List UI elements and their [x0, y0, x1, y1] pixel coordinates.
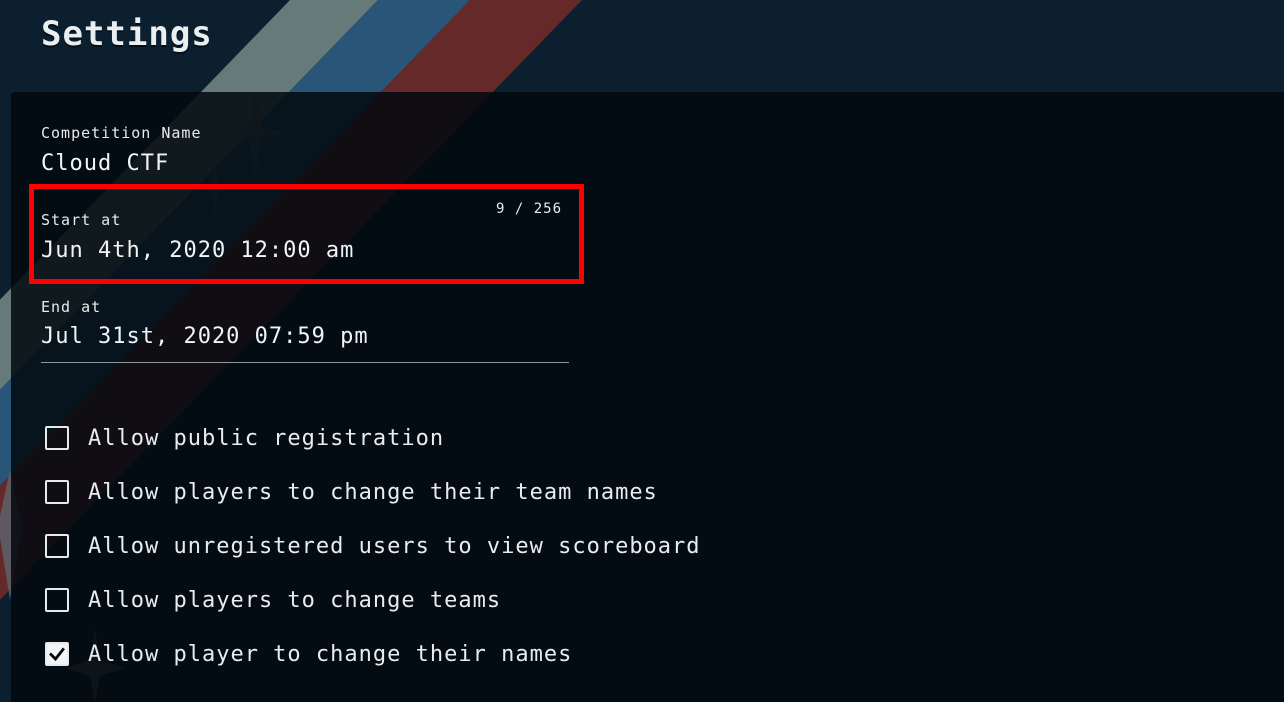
option-change-player-names[interactable]: Allow player to change their names [45, 639, 572, 669]
public-registration-label: Allow public registration [88, 425, 445, 451]
option-public-registration[interactable]: Allow public registration [45, 423, 444, 453]
option-change-teams[interactable]: Allow players to change teams [45, 585, 501, 615]
change-teams-checkbox[interactable] [45, 588, 69, 612]
start-at-character-counter: 9 / 256 [496, 201, 563, 217]
public-registration-checkbox[interactable] [45, 426, 69, 450]
unregistered-view-scoreboard-label: Allow unregistered users to view scorebo… [88, 533, 701, 559]
end-at-label: End at [41, 298, 102, 316]
change-team-names-checkbox[interactable] [45, 480, 69, 504]
change-player-names-label: Allow player to change their names [88, 641, 573, 667]
settings-screen: Settings Competition Name Cloud CTF Star… [0, 0, 1284, 702]
start-at-highlight [29, 184, 584, 284]
end-at-underline [41, 362, 569, 363]
change-player-names-checkbox[interactable] [45, 642, 69, 666]
check-icon [49, 647, 65, 662]
end-at-field[interactable]: Jul 31st, 2020 07:59 pm [41, 324, 369, 349]
unregistered-view-scoreboard-checkbox[interactable] [45, 534, 69, 558]
competition-name-field[interactable]: Cloud CTF [41, 151, 169, 176]
start-at-field[interactable]: Jun 4th, 2020 12:00 am [41, 238, 354, 263]
change-teams-label: Allow players to change teams [88, 587, 502, 613]
option-change-team-names[interactable]: Allow players to change their team names [45, 477, 658, 507]
page-title: Settings [41, 14, 213, 54]
start-at-label: Start at [41, 211, 122, 229]
option-unregistered-view-scoreboard[interactable]: Allow unregistered users to view scorebo… [45, 531, 701, 561]
change-team-names-label: Allow players to change their team names [88, 479, 658, 505]
competition-name-label: Competition Name [41, 124, 202, 142]
